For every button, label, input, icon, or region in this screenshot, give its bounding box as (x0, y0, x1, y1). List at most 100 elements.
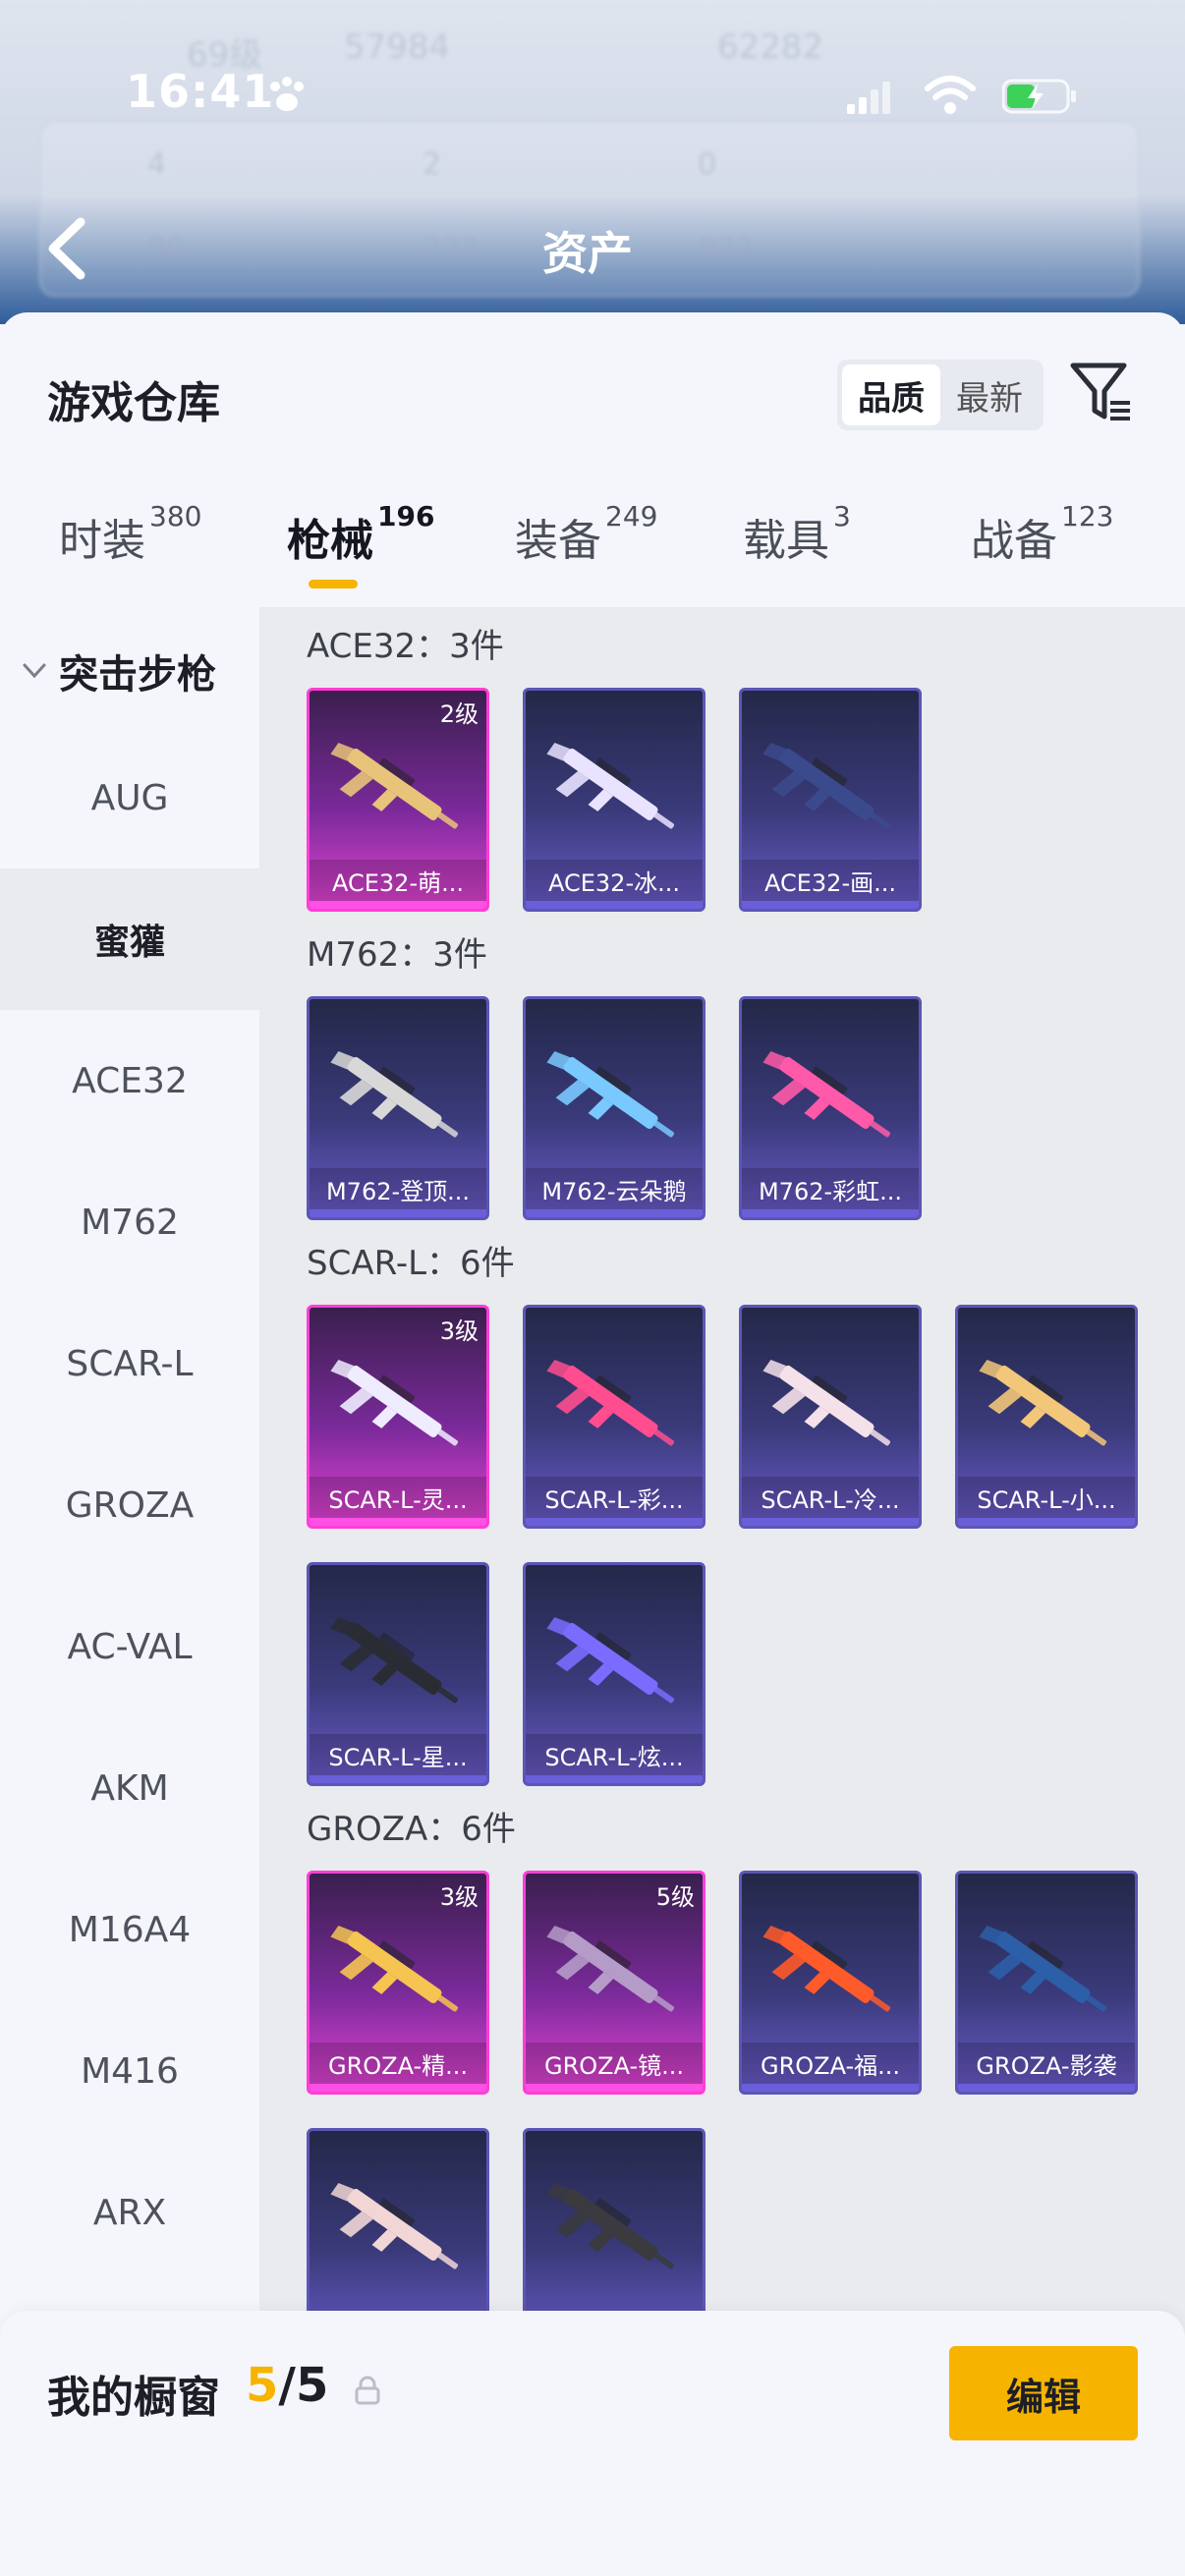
sidebar-item-label: M762 (81, 1202, 179, 1243)
weapon-skin-image (330, 743, 459, 829)
item-card[interactable]: M762-彩虹... (739, 996, 922, 1220)
item-name: M762-云朵鹅 (526, 1168, 703, 1217)
section-title: SCAR-L：6件 (307, 1244, 515, 1283)
item-name: SCAR-L-冷... (742, 1477, 919, 1526)
item-level-badge: 3级 (439, 1317, 479, 1345)
item-card[interactable]: SCAR-L-炫... (523, 1562, 705, 1786)
section-title: GROZA：6件 (307, 1810, 516, 1849)
bg-row1-c: 0 (698, 147, 717, 182)
sidebar-item[interactable]: M16A4 (0, 1859, 259, 2000)
item-name: SCAR-L-炫... (526, 1734, 703, 1783)
weapon-skin-image (546, 1926, 675, 2012)
sort-toggle: 品质 最新 (837, 360, 1044, 430)
item-name: GROZA-精... (310, 2043, 486, 2092)
sidebar-group-assault-rifles[interactable]: 突击步枪 (0, 607, 259, 735)
weapon-skin-image (546, 1051, 675, 1138)
sidebar-item[interactable]: AKM (0, 1717, 259, 1859)
sort-newest-button[interactable]: 最新 (940, 364, 1039, 425)
tab-firearms-count: 196 (377, 500, 435, 533)
lock-icon (355, 2376, 380, 2405)
filter-icon[interactable] (1069, 360, 1134, 424)
item-card[interactable]: GROZA-影袭 (955, 1871, 1138, 2095)
item-name: ACE32-冰... (526, 860, 703, 909)
item-card[interactable]: SCAR-L-小... (955, 1305, 1138, 1529)
tab-war-supplies[interactable]: 战备 123 (971, 500, 1113, 568)
bg-row2-a: 80 (147, 232, 186, 266)
bg-row2-b: 232 (423, 232, 480, 266)
item-card[interactable]: M762-登顶... (307, 996, 489, 1220)
weapon-skin-image (762, 743, 891, 829)
item-card[interactable]: SCAR-L-星... (307, 1562, 489, 1786)
showcase-bar: 我的橱窗 5/5 编辑 (0, 2311, 1185, 2576)
sidebar-item[interactable]: GROZA (0, 1434, 259, 1576)
bg-stat-b: 62282 (717, 28, 824, 67)
sidebar-item-label: ARX (92, 2192, 167, 2233)
battery-charging-icon (1002, 79, 1076, 114)
sidebar-item-label: M16A4 (68, 1909, 192, 1950)
item-card[interactable]: 2级 ACE32-萌... (307, 688, 489, 912)
back-arrow-icon[interactable] (43, 216, 92, 281)
item-card[interactable]: SCAR-L-彩... (523, 1305, 705, 1529)
tab-equipment[interactable]: 装备 249 (515, 500, 657, 568)
item-name: SCAR-L-彩... (526, 1477, 703, 1526)
paw-icon (270, 77, 304, 111)
tab-firearms[interactable]: 枪械 196 (287, 500, 434, 588)
tab-equipment-count: 249 (605, 500, 658, 533)
sidebar-item[interactable]: ARX (0, 2142, 259, 2283)
tab-fashion[interactable]: 时装 380 (59, 500, 201, 568)
item-level-badge: 5级 (655, 1883, 695, 1911)
showcase-label: 我的橱窗 (47, 2373, 220, 2423)
weapon-skin-image (546, 1360, 675, 1446)
sidebar-item-label: AKM (90, 1767, 169, 1809)
sidebar-item-label: AC-VAL (67, 1626, 193, 1667)
section-title: M762：3件 (307, 935, 487, 975)
chevron-down-icon (23, 663, 46, 679)
tab-war-supplies-count: 123 (1061, 500, 1114, 533)
sidebar-item[interactable]: M416 (0, 2000, 259, 2142)
item-card[interactable]: M762-云朵鹅 (523, 996, 705, 1220)
showcase-count: 5/5 (246, 2358, 328, 2413)
item-level-badge: 3级 (439, 1883, 479, 1911)
tab-vehicles-label: 载具 (743, 516, 829, 566)
sidebar-item[interactable]: AUG (0, 727, 259, 868)
cellular-signal-icon (847, 82, 890, 114)
sidebar-item-label: SCAR-L (66, 1343, 194, 1384)
item-name: GROZA-福... (742, 2043, 919, 2092)
item-card[interactable]: 3级 SCAR-L-灵... (307, 1305, 489, 1529)
sidebar-item[interactable]: M762 (0, 1151, 259, 1293)
sidebar-item-label: M416 (81, 2050, 179, 2092)
background-header: 69级 57984 62282 4 2 0 80 232 823 16:41 资… (0, 0, 1185, 324)
weapon-skin-image (762, 1360, 891, 1446)
sort-quality-button[interactable]: 品质 (842, 364, 940, 425)
item-card[interactable]: ACE32-冰... (523, 688, 705, 912)
item-card[interactable]: SCAR-L-冷... (739, 1305, 922, 1529)
item-card[interactable]: 3级 GROZA-精... (307, 1871, 489, 2095)
weapon-skin-image (546, 1617, 675, 1704)
weapon-skin-image (330, 2183, 459, 2269)
item-name: M762-彩虹... (742, 1168, 919, 1217)
tab-vehicles[interactable]: 载具 3 (743, 500, 851, 568)
edit-button[interactable]: 编辑 (949, 2346, 1138, 2440)
item-card[interactable]: 5级 GROZA-镜... (523, 1871, 705, 2095)
section-title: ACE32：3件 (307, 627, 504, 666)
item-level-badge: 2级 (439, 700, 479, 728)
bg-stat-a: 57984 (344, 28, 451, 67)
sidebar-item[interactable]: AC-VAL (0, 1576, 259, 1717)
weapon-skin-image (762, 1051, 891, 1138)
wifi-icon (925, 76, 976, 114)
sidebar-item[interactable]: 蜜獾 (0, 868, 259, 1010)
weapon-skin-image (330, 1926, 459, 2012)
category-tabs: 时装 380 枪械 196 装备 249 载具 3 战备 123 (0, 500, 1185, 603)
tab-fashion-label: 时装 (59, 516, 145, 566)
sidebar-item[interactable]: ACE32 (0, 1010, 259, 1151)
item-card[interactable]: GROZA-福... (739, 1871, 922, 2095)
item-name: GROZA-镜... (526, 2043, 703, 2092)
showcase-total: /5 (278, 2358, 329, 2413)
sidebar-item[interactable]: SCAR-L (0, 1293, 259, 1434)
sheet-title: 游戏仓库 (47, 378, 220, 428)
weapon-sidebar: 突击步枪 AUG 蜜獾 ACE32 M762 SCAR-L GROZA AC-VAL AKM M… (0, 607, 259, 2576)
weapon-skin-image (330, 1051, 459, 1138)
item-card[interactable]: ACE32-画... (739, 688, 922, 912)
weapon-skin-image (330, 1360, 459, 1446)
status-time: 16:41 (126, 65, 275, 118)
